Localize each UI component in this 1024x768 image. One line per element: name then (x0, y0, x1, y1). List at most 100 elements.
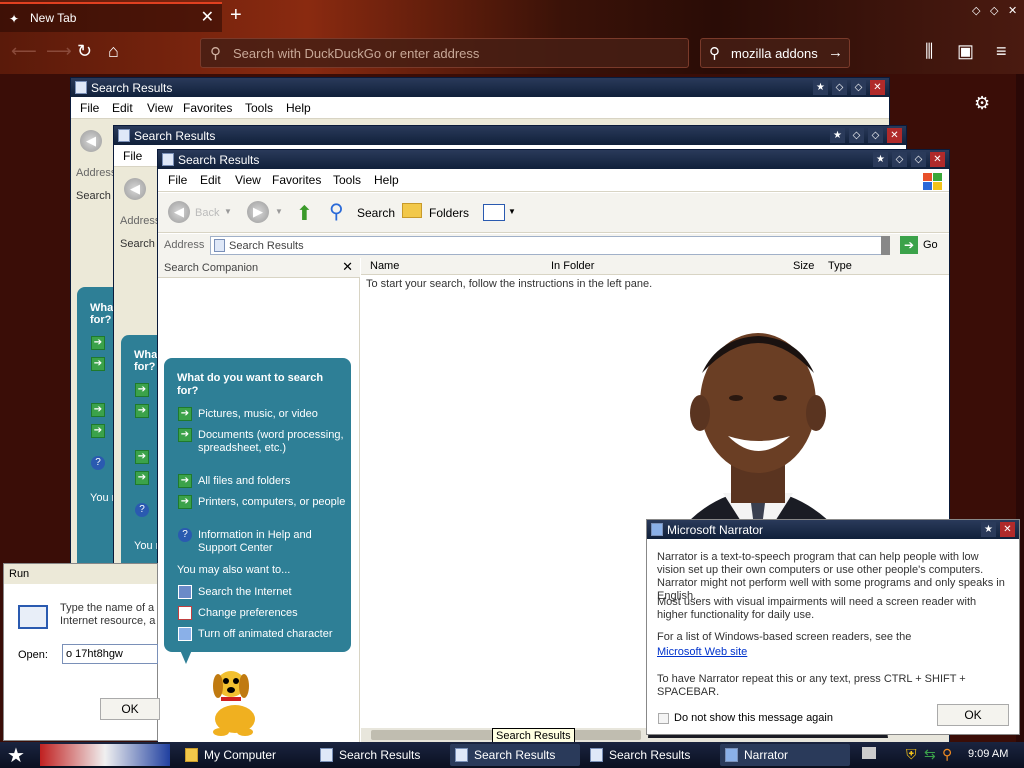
search-dog-character[interactable] (205, 664, 267, 736)
network-icon[interactable]: ⇆ (924, 746, 936, 763)
column-name[interactable]: Name (370, 260, 399, 272)
menu-icon[interactable]: ≡ (996, 41, 1007, 62)
forward-arrow-icon[interactable]: ⟶ (46, 41, 72, 62)
window-titlebar[interactable]: Search Results ★ ◇ ◇ ✕ (71, 78, 889, 97)
chevron-down-icon[interactable]: ▼ (224, 207, 232, 216)
tab-new-tab[interactable]: ✦ New Tab ✕ (0, 2, 222, 32)
tab-close-icon[interactable]: ✕ (201, 7, 214, 27)
ok-button[interactable]: OK (937, 704, 1009, 726)
narrator-dialog[interactable]: Microsoft Narrator ★ ✕ Narrator is a text… (646, 519, 1020, 735)
back-label[interactable]: Back (195, 207, 219, 219)
taskbar-item-narrator[interactable]: Narrator (720, 744, 850, 766)
close-icon[interactable]: ✕ (930, 152, 945, 167)
search-bar[interactable]: ⚲ mozilla addons → (700, 38, 850, 68)
views-icon[interactable] (483, 204, 505, 221)
go-arrow-icon[interactable]: ➔ (900, 236, 918, 254)
option-turn-off-character[interactable]: Turn off animated character (198, 628, 348, 641)
help-icon[interactable]: ? (178, 528, 192, 542)
address-field[interactable]: Search Results (210, 236, 890, 255)
run-titlebar[interactable]: Run (4, 564, 157, 584)
go-arrow-icon[interactable]: → (828, 44, 843, 61)
url-bar[interactable]: ⚲ Search with DuckDuckGo or enter addres… (200, 38, 689, 68)
back-arrow-icon[interactable]: ⟵ (11, 41, 37, 62)
menu-file[interactable]: File (80, 101, 99, 115)
option-help-center[interactable]: Information in Help and Support Center (198, 529, 348, 555)
search-button[interactable]: Search (357, 206, 395, 220)
search-tray-icon[interactable]: ⚲ (942, 746, 952, 763)
maximize-icon[interactable]: ◇ (911, 152, 926, 167)
option-change-preferences[interactable]: Change preferences (198, 607, 348, 620)
close-icon[interactable]: ✕ (1008, 4, 1017, 17)
menu-file[interactable]: File (123, 149, 142, 163)
address-dropdown[interactable] (881, 236, 890, 255)
option-printers[interactable]: Printers, computers, or people (198, 496, 348, 509)
help-icon[interactable]: ? (91, 456, 105, 470)
go-button[interactable]: Go (923, 239, 938, 251)
back-icon[interactable]: ◀ (80, 130, 102, 152)
option-pictures[interactable]: Pictures, music, or video (198, 408, 348, 421)
window-titlebar[interactable]: Search Results ★ ◇ ◇ ✕ (158, 150, 949, 169)
maximize-icon[interactable]: ◇ (851, 80, 866, 95)
maximize-icon[interactable]: ◇ (990, 4, 998, 17)
arrow-icon[interactable]: ➔ (91, 424, 105, 438)
taskbar-item-search-results-2[interactable]: Search Results (450, 744, 580, 766)
back-icon[interactable]: ◀ (124, 178, 146, 200)
arrow-icon[interactable]: ➔ (135, 450, 149, 464)
maximize-icon[interactable]: ◇ (868, 128, 883, 143)
run-dialog[interactable]: Run Type the name of a Internet resource… (3, 563, 160, 741)
close-icon[interactable]: ✕ (342, 259, 353, 275)
minimize-icon[interactable]: ◇ (892, 152, 907, 167)
option-documents[interactable]: Documents (word processing, spreadsheet,… (198, 429, 348, 455)
arrow-icon[interactable]: ➔ (135, 404, 149, 418)
column-in-folder[interactable]: In Folder (551, 260, 594, 272)
arrow-icon[interactable]: ➔ (178, 407, 192, 421)
star-icon[interactable]: ★ (981, 522, 996, 537)
menu-tools[interactable]: Tools (245, 101, 273, 115)
arrow-icon[interactable]: ➔ (135, 383, 149, 397)
arrow-icon[interactable]: ➔ (91, 403, 105, 417)
minimize-icon[interactable]: ◇ (972, 4, 980, 17)
up-folder-icon[interactable]: ⬆ (296, 201, 313, 226)
shield-icon[interactable]: ⛨ (906, 746, 917, 763)
reload-icon[interactable]: ↻ (77, 41, 92, 62)
column-size[interactable]: Size (793, 260, 814, 272)
start-star-icon[interactable]: ★ (7, 743, 25, 768)
taskbar-item-search-results-3[interactable]: Search Results (585, 744, 715, 766)
home-icon[interactable]: ⌂ (108, 41, 119, 62)
narrator-titlebar[interactable]: Microsoft Narrator ★ ✕ (647, 520, 1019, 539)
menu-view[interactable]: View (147, 101, 173, 115)
menu-help[interactable]: Help (286, 101, 311, 115)
arrow-icon[interactable]: ➔ (91, 357, 105, 371)
menu-favorites[interactable]: Favorites (272, 173, 321, 187)
chevron-down-icon[interactable]: ▼ (508, 207, 516, 216)
dont-show-checkbox[interactable] (658, 713, 669, 724)
open-input[interactable]: o 17ht8hgw (62, 644, 158, 664)
library-icon[interactable]: ⫼ (925, 41, 933, 62)
close-icon[interactable]: ✕ (870, 80, 885, 95)
folders-icon[interactable] (402, 203, 422, 218)
taskbar-item-search-results-1[interactable]: Search Results (315, 744, 445, 766)
forward-icon[interactable]: ▶ (247, 201, 269, 223)
microsoft-web-site-link[interactable]: Microsoft Web site (657, 646, 747, 658)
arrow-icon[interactable]: ➔ (178, 428, 192, 442)
star-icon[interactable]: ★ (813, 80, 828, 95)
star-icon[interactable]: ★ (830, 128, 845, 143)
folders-button[interactable]: Folders (429, 206, 469, 220)
arrow-icon[interactable]: ➔ (178, 474, 192, 488)
arrow-icon[interactable]: ➔ (178, 495, 192, 509)
menu-help[interactable]: Help (374, 173, 399, 187)
help-icon[interactable]: ? (135, 503, 149, 517)
new-tab-button[interactable]: + (230, 4, 242, 27)
menu-edit[interactable]: Edit (112, 101, 133, 115)
sidebar-icon[interactable]: ▣ (957, 41, 974, 62)
menu-edit[interactable]: Edit (200, 173, 221, 187)
window-titlebar[interactable]: Search Results ★ ◇ ◇ ✕ (114, 126, 906, 145)
menu-view[interactable]: View (235, 173, 261, 187)
arrow-icon[interactable]: ➔ (91, 336, 105, 350)
menu-tools[interactable]: Tools (333, 173, 361, 187)
back-icon[interactable]: ◀ (168, 201, 190, 223)
option-all-files[interactable]: All files and folders (198, 475, 348, 488)
search-icon[interactable]: ⚲ (329, 199, 344, 224)
ok-button[interactable]: OK (100, 698, 160, 720)
column-type[interactable]: Type (828, 260, 852, 272)
